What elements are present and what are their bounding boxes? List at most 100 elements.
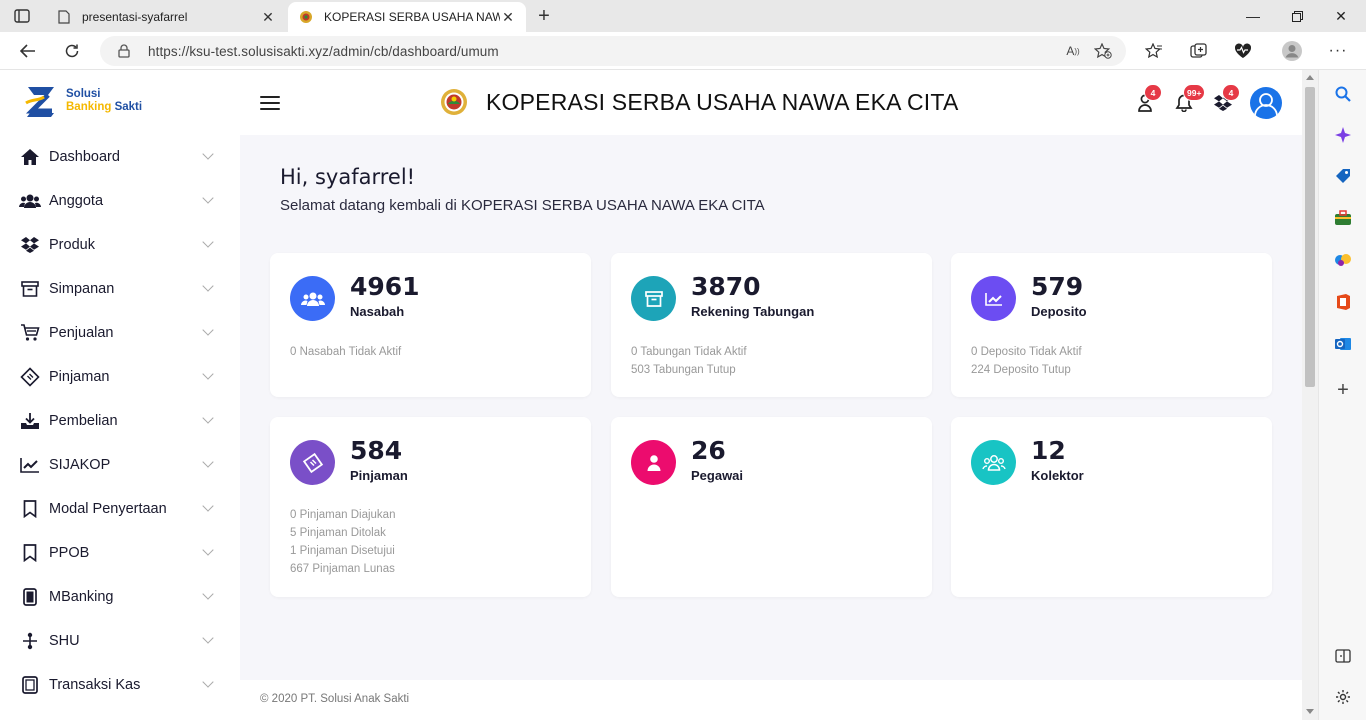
- download-tray-icon: [19, 410, 41, 432]
- refresh-icon[interactable]: [58, 39, 86, 63]
- stat-detail: 667 Pinjaman Lunas: [290, 563, 395, 575]
- stat-detail: 0 Pinjaman Diajukan: [290, 509, 396, 521]
- shopping-tag-icon[interactable]: [1331, 164, 1355, 188]
- sidebar-item-transaksi-kas[interactable]: Transaksi Kas: [0, 663, 240, 707]
- notification-badge: 4: [1144, 84, 1162, 101]
- sidebar-item-mbanking[interactable]: MBanking: [0, 575, 240, 619]
- sidebar-item-shu[interactable]: SHU: [0, 619, 240, 663]
- menu-toggle-icon[interactable]: [260, 96, 280, 110]
- tab-koperasi[interactable]: KOPERASI SERBA USAHA NAWA ✕: [288, 2, 526, 32]
- user-avatar-icon: [1254, 93, 1278, 117]
- outlook-icon[interactable]: [1331, 332, 1355, 356]
- chevron-down-icon: [202, 544, 214, 556]
- tools-briefcase-icon[interactable]: [1331, 206, 1355, 230]
- sidebar-item-anggota[interactable]: Anggota: [0, 179, 240, 223]
- games-icon[interactable]: [1331, 248, 1355, 272]
- cart-icon: [19, 322, 41, 344]
- collections-icon[interactable]: [1185, 39, 1213, 63]
- footer-copyright: © 2020 PT. Solusi Anak Sakti: [260, 693, 410, 705]
- chevron-down-icon: [202, 148, 214, 160]
- stat-title: Deposito: [1031, 304, 1087, 319]
- add-favorite-icon[interactable]: [1088, 39, 1118, 63]
- close-icon[interactable]: ✕: [260, 9, 276, 25]
- read-aloud-icon[interactable]: A)): [1058, 39, 1088, 63]
- scroll-up-icon[interactable]: [1306, 75, 1314, 80]
- stat-details: 0 Pinjaman Diajukan 5 Pinjaman Ditolak 1…: [290, 506, 395, 578]
- close-icon[interactable]: ✕: [500, 9, 516, 25]
- stat-card-pinjaman[interactable]: 584 Pinjaman 0 Pinjaman Diajukan 5 Pinja…: [270, 417, 591, 597]
- stat-detail: 1 Pinjaman Disetujui: [290, 545, 395, 557]
- stat-value: 3870: [691, 272, 761, 301]
- browser-essentials-icon[interactable]: [1229, 39, 1257, 63]
- users-icon: [19, 190, 41, 212]
- close-window-icon[interactable]: ✕: [1318, 4, 1364, 28]
- profile-icon[interactable]: [1278, 39, 1306, 63]
- greeting-title: Hi, syafarrel!: [280, 165, 416, 189]
- sidebar: Solusi Banking Sakti Dashboard Anggota P…: [0, 70, 240, 720]
- stat-card-nasabah[interactable]: 4961 Nasabah 0 Nasabah Tidak Aktif: [270, 253, 591, 397]
- stat-detail: 5 Pinjaman Ditolak: [290, 527, 386, 539]
- sidebar-item-ppob[interactable]: PPOB: [0, 531, 240, 575]
- sidebar-item-label: Pembelian: [49, 413, 118, 429]
- stat-card-rekening-tabungan[interactable]: 3870 Rekening Tabungan 0 Tabungan Tidak …: [611, 253, 932, 397]
- stat-detail: 0 Nasabah Tidak Aktif: [290, 346, 402, 358]
- stat-value: 4961: [350, 272, 420, 301]
- scroll-down-icon[interactable]: [1306, 709, 1314, 714]
- address-bar[interactable]: https://ksu-test.solusisakti.xyz/admin/c…: [100, 36, 1126, 66]
- restore-icon[interactable]: [1274, 4, 1320, 28]
- window-icon: [19, 674, 41, 696]
- office-icon[interactable]: [1331, 290, 1355, 314]
- sidebar-item-label: Penjualan: [49, 325, 114, 341]
- tab-actions-icon[interactable]: [8, 6, 36, 26]
- sidebar-item-simpanan[interactable]: Simpanan: [0, 267, 240, 311]
- app-header: KOPERASI SERBA USAHA NAWA EKA CITA 4 99+…: [240, 70, 1302, 135]
- sidebar-item-label: SHU: [49, 633, 80, 649]
- sidebar-item-modal-penyertaan[interactable]: Modal Penyertaan: [0, 487, 240, 531]
- chevron-down-icon: [202, 280, 214, 292]
- stat-value: 579: [1031, 272, 1084, 301]
- page-title: KOPERASI SERBA USAHA NAWA EKA CITA: [486, 88, 959, 115]
- new-tab-icon[interactable]: +: [532, 5, 556, 27]
- koperasi-emblem-icon: [441, 89, 467, 115]
- notifications-button[interactable]: 99+: [1173, 84, 1206, 114]
- minimize-icon[interactable]: —: [1230, 4, 1276, 28]
- edge-sidebar: +: [1318, 70, 1366, 720]
- search-icon[interactable]: [1331, 82, 1355, 106]
- stat-detail: 224 Deposito Tutup: [971, 364, 1071, 376]
- sidebar-item-sijakop[interactable]: SIJAKOP: [0, 443, 240, 487]
- favorites-icon[interactable]: [1140, 39, 1168, 63]
- url-text[interactable]: https://ksu-test.solusisakti.xyz/admin/c…: [148, 44, 1058, 59]
- sidebar-item-pinjaman[interactable]: Pinjaman: [0, 355, 240, 399]
- page-scrollbar[interactable]: [1302, 70, 1318, 720]
- sidebar-item-label: PPOB: [49, 545, 90, 561]
- add-app-icon[interactable]: +: [1331, 378, 1355, 402]
- bookmark-icon: [19, 542, 41, 564]
- back-icon[interactable]: [14, 39, 42, 63]
- stat-card-kolektor[interactable]: 12 Kolektor: [951, 417, 1272, 597]
- sidebar-item-dashboard[interactable]: Dashboard: [0, 135, 240, 179]
- greeting-subtitle: Selamat datang kembali di KOPERASI SERBA…: [280, 197, 765, 214]
- sidebar-item-penjualan[interactable]: Penjualan: [0, 311, 240, 355]
- settings-gear-icon[interactable]: [1331, 685, 1355, 709]
- sitemap-icon: [19, 630, 41, 652]
- chevron-down-icon: [202, 588, 214, 600]
- more-options-icon[interactable]: ···: [1324, 39, 1352, 63]
- lock-icon[interactable]: [118, 43, 134, 59]
- stat-card-deposito[interactable]: 579 Deposito 0 Deposito Tidak Aktif 224 …: [951, 253, 1272, 397]
- koperasi-favicon-icon: [298, 9, 314, 25]
- sidebar-item-label: Pinjaman: [49, 369, 110, 385]
- user-requests-button[interactable]: 4: [1134, 84, 1162, 114]
- users-icon: [290, 276, 335, 321]
- chevron-down-icon: [202, 324, 214, 336]
- split-screen-icon[interactable]: [1331, 644, 1355, 668]
- sidebar-item-pembelian[interactable]: Pembelian: [0, 399, 240, 443]
- scrollbar-thumb[interactable]: [1305, 87, 1315, 387]
- avatar[interactable]: [1250, 87, 1282, 119]
- sidebar-item-produk[interactable]: Produk: [0, 223, 240, 267]
- stat-card-pegawai[interactable]: 26 Pegawai: [611, 417, 932, 597]
- copilot-sparkle-icon[interactable]: [1331, 123, 1355, 147]
- tab-presentasi[interactable]: presentasi-syafarrel ✕: [46, 2, 286, 32]
- products-button[interactable]: 4: [1212, 84, 1240, 114]
- user-icon: [631, 440, 676, 485]
- solusi-banking-sakti-logo[interactable]: Solusi Banking Sakti: [24, 84, 142, 118]
